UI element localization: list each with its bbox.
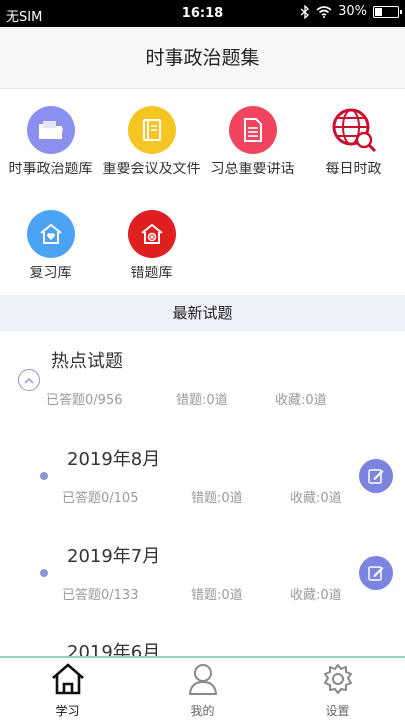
answered-count: 已答题0/956 xyxy=(46,393,123,408)
document-icon xyxy=(228,106,277,154)
status-icons: 30% xyxy=(300,4,402,19)
tab-bar: 学习 我的 设置 xyxy=(0,656,405,720)
edit-icon[interactable] xyxy=(359,556,393,590)
category-label: 每日时政 xyxy=(325,162,382,177)
list-item[interactable]: 2019年7月 已答题0/133 错题:0道 收藏:0道 xyxy=(0,526,405,616)
wrong-count: 错题:0道 xyxy=(191,491,243,506)
edit-icon[interactable] xyxy=(359,459,393,493)
favorite-count: 收藏:0道 xyxy=(290,491,342,506)
battery-percent: 30% xyxy=(338,4,367,19)
category-speeches[interactable]: 习总重要讲话 xyxy=(202,106,303,192)
bullet-dot xyxy=(40,472,48,480)
collapse-icon[interactable] xyxy=(18,369,40,391)
tab-label: 学习 xyxy=(55,704,80,718)
category-daily[interactable]: 每日时政 xyxy=(303,106,404,192)
category-wrong[interactable]: 错题库 xyxy=(101,210,202,296)
category-label: 错题库 xyxy=(130,266,173,281)
section-header: 最新试题 xyxy=(0,295,405,331)
tab-label: 我的 xyxy=(190,704,215,718)
bullet-dot xyxy=(40,569,48,577)
hot-questions-item[interactable]: 热点试题 已答题0/956 错题:0道 收藏:0道 xyxy=(0,331,405,421)
item-title: 2019年8月 xyxy=(67,449,161,470)
favorite-count: 收藏:0道 xyxy=(275,393,327,408)
category-meetings[interactable]: 重要会议及文件 xyxy=(101,106,202,192)
tab-study[interactable]: 学习 xyxy=(0,662,135,719)
question-list: 热点试题 已答题0/956 错题:0道 收藏:0道 2019年8月 已答题0/1… xyxy=(0,331,405,656)
list-item[interactable]: 2019年6月 xyxy=(0,624,405,656)
tab-settings[interactable]: 设置 xyxy=(270,662,405,719)
item-title: 2019年7月 xyxy=(67,546,161,567)
person-icon xyxy=(188,664,217,695)
battery-icon xyxy=(373,5,402,18)
favorite-count: 收藏:0道 xyxy=(290,588,342,603)
category-label: 重要会议及文件 xyxy=(102,162,201,177)
wrong-count: 错题:0道 xyxy=(191,588,243,603)
category-news-bank[interactable]: 时事政治题库 xyxy=(0,106,101,192)
tab-mine[interactable]: 我的 xyxy=(135,662,270,719)
gear-icon xyxy=(323,664,352,694)
wifi-icon xyxy=(316,5,332,18)
page-title: 时事政治题集 xyxy=(145,47,260,69)
book-icon xyxy=(127,106,176,154)
home-x-icon xyxy=(127,210,176,258)
home-heart-icon xyxy=(26,210,75,258)
nav-bar: 时事政治题集 xyxy=(0,27,405,89)
answered-count: 已答题0/133 xyxy=(62,588,139,603)
category-label: 习总重要讲话 xyxy=(210,162,295,177)
answered-count: 已答题0/105 xyxy=(62,491,139,506)
category-label: 复习库 xyxy=(29,266,72,281)
item-title: 热点试题 xyxy=(51,351,123,372)
folder-icon xyxy=(26,106,75,154)
bluetooth-icon xyxy=(300,4,310,19)
list-item[interactable]: 2019年8月 已答题0/105 错题:0道 收藏:0道 xyxy=(0,429,405,519)
item-title: 2019年6月 xyxy=(67,642,161,656)
tab-label: 设置 xyxy=(325,704,350,718)
house-icon xyxy=(51,663,84,695)
status-bar: 无SIM 16:18 30% xyxy=(0,0,405,27)
category-label: 时事政治题库 xyxy=(8,162,93,177)
category-review[interactable]: 复习库 xyxy=(0,210,101,296)
wrong-count: 错题:0道 xyxy=(176,393,228,408)
globe-search-icon xyxy=(330,106,378,154)
